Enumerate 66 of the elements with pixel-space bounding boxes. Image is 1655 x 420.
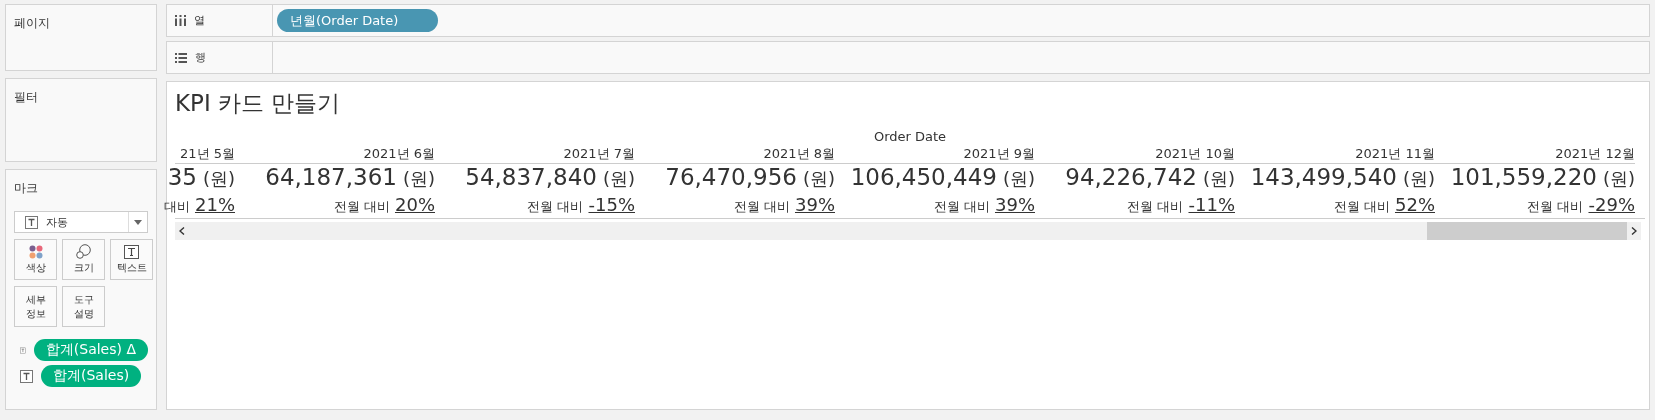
currency-unit: (원) xyxy=(1602,167,1635,191)
text-mark-icon xyxy=(25,215,38,229)
change-percent: -11% xyxy=(1188,194,1235,215)
change-label: 전월 대비 xyxy=(933,198,990,216)
change-label: 대비 xyxy=(164,198,190,216)
size-circles-icon xyxy=(76,244,91,260)
text-icon xyxy=(124,244,139,259)
currency-unit: (원) xyxy=(1202,167,1235,191)
change-label: 전월 대비 xyxy=(1527,198,1584,216)
month-header: 2021년 10월 xyxy=(1155,145,1235,163)
card-title: 필터 xyxy=(14,90,38,104)
sales-amount: 64,187,361 xyxy=(265,164,397,190)
shelf-label: 열 xyxy=(194,13,205,28)
sales-amount: 143,499,540 xyxy=(1250,164,1397,190)
currency-unit: (원) xyxy=(802,167,835,191)
change-percent: 20% xyxy=(395,194,435,215)
columns-icon xyxy=(175,15,186,26)
sales-amount: 101,559,220 xyxy=(1450,164,1597,190)
currency-unit: (원) xyxy=(602,167,635,191)
change-label: 전월 대비 xyxy=(527,198,584,216)
sales-amount: 94,226,742 xyxy=(1065,164,1197,190)
shelf-label: 행 xyxy=(195,50,206,65)
change-percent: 21% xyxy=(195,194,235,215)
change-label: 전월 대비 xyxy=(1127,198,1184,216)
month-header: 2021년 6월 xyxy=(363,145,435,163)
month-header: 2021년 8월 xyxy=(763,145,835,163)
sales-amount: 35 xyxy=(167,164,197,190)
card-title: 마크 xyxy=(14,181,38,195)
text-button[interactable]: 텍스트 xyxy=(110,239,153,280)
mark-type-label: 자동 xyxy=(46,214,68,230)
caret-icon xyxy=(134,219,142,225)
month-header: 2021년 11월 xyxy=(1355,145,1435,163)
scroll-thumb[interactable] xyxy=(1427,222,1627,240)
change-percent: -15% xyxy=(588,194,635,215)
sales-amount: 106,450,449 xyxy=(850,164,997,190)
color-button[interactable]: 색상 xyxy=(14,239,57,280)
tooltip-button[interactable]: 도구 설명 xyxy=(62,286,105,327)
change-percent: 39% xyxy=(995,194,1035,215)
change-percent: 52% xyxy=(1395,194,1435,215)
scroll-left-icon[interactable] xyxy=(179,227,185,235)
sales-amount: 76,470,956 xyxy=(665,164,797,190)
column-header: Order Date xyxy=(873,129,947,144)
change-label: 전월 대비 xyxy=(1333,198,1390,216)
rows-icon xyxy=(175,52,187,63)
scroll-right-icon[interactable] xyxy=(1631,227,1637,235)
month-header: 21년 5월 xyxy=(180,145,235,163)
change-percent: 39% xyxy=(795,194,835,215)
currency-unit: (원) xyxy=(1402,167,1435,191)
mark-type-dropdown[interactable]: 자동 xyxy=(14,211,148,233)
change-label: 전월 대비 xyxy=(733,198,790,216)
currency-unit: (원) xyxy=(402,167,435,191)
currency-unit: (원) xyxy=(202,167,235,191)
view-title: KPI 카드 만들기 xyxy=(175,89,342,118)
month-header: 2021년 9월 xyxy=(963,145,1035,163)
card-title: 페이지 xyxy=(14,16,50,30)
month-header: 2021년 12월 xyxy=(1555,145,1635,163)
color-dots-icon xyxy=(28,244,43,259)
change-percent: -29% xyxy=(1588,194,1635,215)
change-label: 전월 대비 xyxy=(333,198,390,216)
sales-amount: 54,837,840 xyxy=(465,164,597,190)
size-button[interactable]: 크기 xyxy=(62,239,105,280)
month-header: 2021년 7월 xyxy=(563,145,635,163)
detail-button[interactable]: 세부 정보 xyxy=(14,286,57,327)
currency-unit: (원) xyxy=(1002,167,1035,191)
horizontal-scrollbar[interactable] xyxy=(175,222,1641,240)
text-mark-icon xyxy=(20,369,33,383)
